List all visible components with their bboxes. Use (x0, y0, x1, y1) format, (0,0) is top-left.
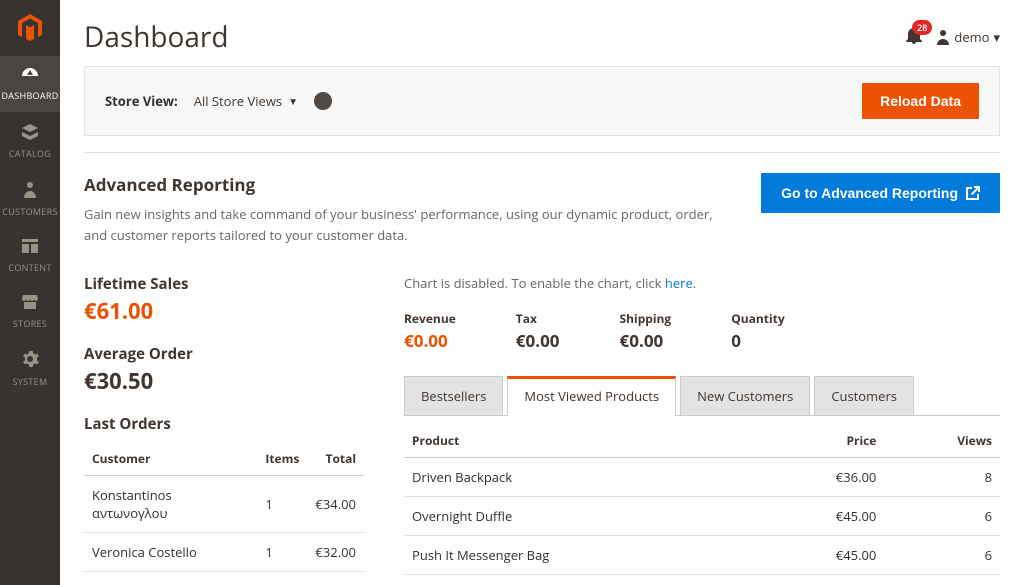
store-view: Store View: All Store Views ▼ (105, 92, 332, 110)
reload-data-button[interactable]: Reload Data (862, 83, 979, 119)
divider (84, 152, 1000, 153)
table-row[interactable]: Veronica Costello1€29.00 (84, 571, 364, 585)
page-title: Dashboard (84, 18, 229, 56)
table-row[interactable]: Overnight Duffle€45.006 (404, 496, 1000, 535)
user-icon (936, 29, 950, 45)
table-row[interactable]: Veronica Costello1€32.00 (84, 532, 364, 571)
store-view-value: All Store Views (194, 92, 282, 110)
total-value: €0.00 (620, 329, 672, 352)
chart-disabled-notice: Chart is disabled. To enable the chart, … (404, 274, 1000, 292)
notification-count: 28 (912, 20, 932, 35)
user-menu[interactable]: demo ▾ (936, 28, 1000, 46)
dashboard-icon (0, 66, 60, 85)
total-value: 0 (731, 329, 784, 352)
tab-customers[interactable]: Customers (814, 376, 914, 415)
total-value: €0.00 (516, 329, 560, 352)
table-row[interactable]: Breathe-Easy Tank€34.006 (404, 574, 1000, 585)
magento-logo (14, 12, 46, 44)
notifications-button[interactable]: 28 (906, 26, 922, 49)
button-label: Go to Advanced Reporting (781, 185, 958, 201)
sidebar-item-system[interactable]: SYSTEM (0, 340, 60, 398)
total-tax: Tax €0.00 (516, 310, 560, 352)
totals-row: Revenue €0.00 Tax €0.00 Shipping €0.00 Q… (404, 310, 1000, 352)
table-row[interactable]: Push It Messenger Bag€45.006 (404, 535, 1000, 574)
total-shipping: Shipping €0.00 (620, 310, 672, 352)
go-advanced-reporting-button[interactable]: Go to Advanced Reporting (761, 173, 1000, 213)
stores-icon (0, 294, 60, 313)
help-icon[interactable] (314, 92, 332, 110)
user-name: demo (954, 28, 989, 46)
gear-icon (0, 350, 60, 371)
col-items: Items (257, 440, 307, 476)
tab-bestsellers[interactable]: Bestsellers (404, 376, 503, 415)
store-view-select[interactable]: All Store Views ▼ (194, 92, 298, 110)
average-order-value: €30.50 (84, 366, 364, 396)
content-icon (0, 238, 60, 257)
col-views: Views (884, 422, 1000, 458)
customers-icon (0, 180, 60, 201)
total-label: Tax (516, 310, 560, 327)
last-orders-title: Last Orders (84, 414, 364, 434)
advanced-reporting-row: Advanced Reporting Gain new insights and… (84, 173, 1000, 246)
tab-new-customers[interactable]: New Customers (680, 376, 810, 415)
sidebar-item-content[interactable]: CONTENT (0, 228, 60, 284)
store-view-label: Store View: (105, 92, 178, 110)
external-link-icon (966, 186, 980, 200)
lifetime-sales-value: €61.00 (84, 296, 364, 326)
sidebar-item-dashboard[interactable]: DASHBOARD (0, 56, 60, 112)
sidebar-item-label: CUSTOMERS (2, 205, 57, 218)
col-total: Total (307, 440, 364, 476)
total-label: Quantity (731, 310, 784, 327)
sidebar-item-label: SYSTEM (13, 375, 48, 388)
chevron-down-icon: ▾ (993, 28, 1000, 46)
total-label: Revenue (404, 310, 456, 327)
sidebar-item-catalog[interactable]: CATALOG (0, 112, 60, 170)
sidebar-item-label: STORES (13, 317, 47, 330)
chevron-down-icon: ▼ (288, 94, 298, 108)
col-right: Chart is disabled. To enable the chart, … (404, 274, 1000, 585)
tab-most-viewed[interactable]: Most Viewed Products (507, 376, 676, 415)
col-product: Product (404, 422, 756, 458)
total-revenue: Revenue €0.00 (404, 310, 456, 352)
sidebar-item-label: CONTENT (8, 261, 51, 274)
sidebar-item-stores[interactable]: STORES (0, 284, 60, 340)
total-label: Shipping (620, 310, 672, 327)
enable-chart-link[interactable]: here (665, 274, 693, 292)
total-quantity: Quantity 0 (731, 310, 784, 352)
sidebar-item-label: DASHBOARD (1, 89, 58, 102)
toolbar: Store View: All Store Views ▼ Reload Dat… (84, 66, 1000, 136)
last-orders-table: Customer Items Total Konstantinos αντωνο… (84, 440, 364, 585)
table-row[interactable]: Driven Backpack€36.008 (404, 457, 1000, 496)
topbar: Dashboard 28 demo ▾ (84, 0, 1000, 66)
tabs: Bestsellers Most Viewed Products New Cus… (404, 376, 1000, 416)
col-left: Lifetime Sales €61.00 Average Order €30.… (84, 274, 364, 585)
most-viewed-table: Product Price Views Driven Backpack€36.0… (404, 422, 1000, 585)
lifetime-sales-label: Lifetime Sales (84, 274, 364, 294)
main-content: Dashboard 28 demo ▾ Store View: All Stor… (60, 0, 1024, 585)
sidebar-item-customers[interactable]: CUSTOMERS (0, 170, 60, 228)
advanced-reporting-title: Advanced Reporting (84, 173, 737, 196)
average-order-label: Average Order (84, 344, 364, 364)
catalog-icon (0, 122, 60, 143)
col-price: Price (756, 422, 885, 458)
top-right: 28 demo ▾ (906, 26, 1000, 49)
sidebar: DASHBOARD CATALOG CUSTOMERS CONTENT STOR… (0, 0, 60, 585)
col-customer: Customer (84, 440, 257, 476)
sidebar-item-label: CATALOG (9, 147, 51, 160)
content-columns: Lifetime Sales €61.00 Average Order €30.… (84, 274, 1000, 585)
table-row[interactable]: Konstantinos αντωνογλου1€34.00 (84, 475, 364, 532)
advanced-reporting-desc: Gain new insights and take command of yo… (84, 204, 724, 246)
total-value: €0.00 (404, 329, 456, 352)
